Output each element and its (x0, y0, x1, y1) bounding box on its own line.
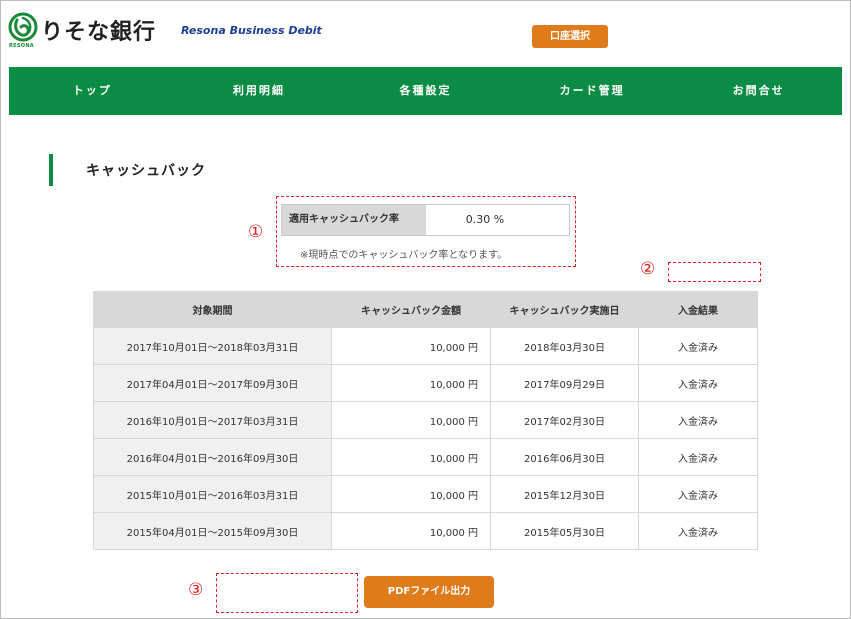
annotation-marker-3: ③ (188, 580, 204, 600)
cell-amount: 10,000 円 (331, 475, 491, 513)
title-accent-bar (49, 154, 53, 186)
cell-date: 2018年03月30日 (490, 327, 639, 365)
nav-item-settings[interactable]: 各種設定 (342, 67, 509, 115)
table-row: 2016年04月01日～2016年09月30日 10,000 円 2016年06… (93, 438, 758, 476)
cell-period: 2016年10月01日～2017年03月31日 (93, 401, 332, 439)
bank-name: りそな銀行 (41, 20, 157, 45)
pdf-export-button[interactable]: PDFファイル出力 (364, 576, 494, 608)
cell-amount: 10,000 円 (331, 401, 491, 439)
cashback-history-table: 対象期間 キャッシュバック金額 キャッシュバック実施日 入金結果 2017年10… (93, 291, 758, 550)
nav-item-card-management[interactable]: カード管理 (509, 67, 676, 115)
cell-period: 2015年04月01日～2015年09月30日 (93, 512, 332, 550)
cashback-rate-note: ※現時点でのキャッシュバック率となります。 (300, 250, 508, 261)
table-row: 2017年10月01日～2018年03月31日 10,000 円 2018年03… (93, 327, 758, 365)
main-nav: トップ 利用明細 各種設定 カード管理 お問合せ (9, 67, 842, 115)
cell-period: 2017年04月01日～2017年09月30日 (93, 364, 332, 402)
annotation-marker-2: ② (640, 259, 656, 279)
cell-amount: 10,000 円 (331, 364, 491, 402)
cell-period: 2017年10月01日～2018年03月31日 (93, 327, 332, 365)
column-header-period: 対象期間 (93, 291, 332, 328)
account-select-button[interactable]: 口座選択 (532, 25, 608, 48)
table-row: 2015年04月01日～2015年09月30日 10,000 円 2015年05… (93, 512, 758, 550)
annotation-box-3 (216, 573, 358, 613)
table-row: 2017年04月01日～2017年09月30日 10,000 円 2017年09… (93, 364, 758, 402)
cell-date: 2017年02月30日 (490, 401, 639, 439)
logo-word: RESONA (9, 43, 34, 49)
cell-date: 2015年12月30日 (490, 475, 639, 513)
nav-item-contact[interactable]: お問合せ (675, 67, 842, 115)
nav-item-top[interactable]: トップ (9, 67, 176, 115)
page-title: キャッシュバック (86, 163, 206, 179)
cell-result: 入金済み (638, 475, 758, 513)
cell-result: 入金済み (638, 401, 758, 439)
cell-result: 入金済み (638, 364, 758, 402)
cashback-rate-value: 0.30 % (465, 213, 505, 226)
column-header-date: キャッシュバック実施日 (490, 291, 639, 328)
cell-period: 2016年04月01日～2016年09月30日 (93, 438, 332, 476)
cell-period: 2015年10月01日～2016年03月31日 (93, 475, 332, 513)
cell-amount: 10,000 円 (331, 512, 491, 550)
annotation-box-2 (668, 262, 761, 282)
cashback-rate-box: 適用キャッシュバック率 0.30 % (281, 204, 570, 236)
annotation-marker-1: ① (248, 222, 264, 242)
column-header-result: 入金結果 (638, 291, 758, 328)
cell-result: 入金済み (638, 512, 758, 550)
cell-amount: 10,000 円 (331, 438, 491, 476)
cell-result: 入金済み (638, 327, 758, 365)
cell-date: 2017年09月29日 (490, 364, 639, 402)
cashback-rate-label: 適用キャッシュバック率 (282, 205, 426, 235)
cell-result: 入金済み (638, 438, 758, 476)
column-header-amount: キャッシュバック金額 (331, 291, 491, 328)
table-row: 2016年10月01日～2017年03月31日 10,000 円 2017年02… (93, 401, 758, 439)
cell-date: 2015年05月30日 (490, 512, 639, 550)
nav-item-statement[interactable]: 利用明細 (176, 67, 343, 115)
cell-date: 2016年06月30日 (490, 438, 639, 476)
table-row: 2015年10月01日～2016年03月31日 10,000 円 2015年12… (93, 475, 758, 513)
table-header-row: 対象期間 キャッシュバック金額 キャッシュバック実施日 入金結果 (93, 291, 758, 328)
cell-amount: 10,000 円 (331, 327, 491, 365)
service-name: Resona Business Debit (181, 24, 322, 37)
